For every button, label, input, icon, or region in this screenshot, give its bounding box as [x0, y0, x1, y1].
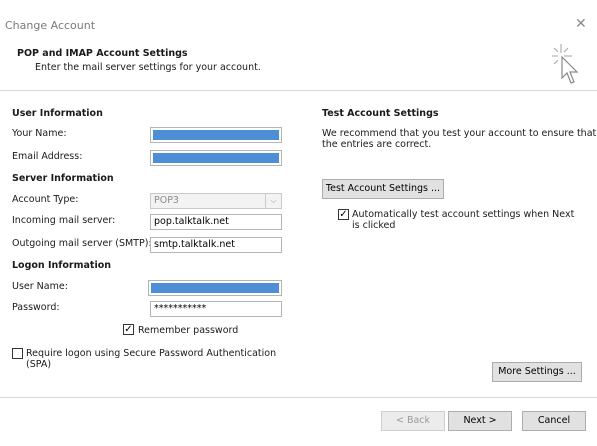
password-label: Password:: [12, 302, 60, 313]
logon-info-section-label: Logon Information: [12, 260, 112, 271]
auto-test-label: Automatically test account settings when…: [352, 209, 574, 231]
spa-label-line2: (SPA): [26, 359, 52, 370]
test-description: We recommend that you test your account …: [322, 128, 596, 150]
header-subtitle: Enter the mail server settings for your …: [35, 62, 261, 73]
outgoing-server-input[interactable]: smtp.talktalk.net: [150, 237, 282, 253]
back-button[interactable]: < Back: [381, 411, 445, 431]
checkmark-icon: ✓: [124, 323, 133, 335]
test-account-settings-button[interactable]: Test Account Settings ...: [322, 179, 444, 199]
incoming-server-input[interactable]: pop.talktalk.net: [150, 214, 282, 230]
spa-label: Require logon using Secure Password Auth…: [26, 348, 276, 370]
outgoing-server-label: Outgoing mail server (SMTP):: [12, 238, 152, 249]
user-name-label: User Name:: [12, 281, 68, 292]
checkmark-icon: ✓: [339, 208, 348, 220]
password-input[interactable]: ***********: [150, 301, 282, 317]
header-separator: [0, 90, 597, 91]
header-title: POP and IMAP Account Settings: [17, 48, 188, 59]
window-title: Change Account: [5, 19, 96, 32]
close-icon[interactable]: ✕: [575, 16, 587, 32]
email-address-label: Email Address:: [12, 151, 83, 162]
user-info-section-label: User Information: [12, 108, 103, 119]
email-address-field[interactable]: [150, 150, 282, 166]
cursor-click-icon: [548, 40, 584, 91]
auto-test-checkbox[interactable]: ✓: [338, 209, 349, 220]
your-name-field[interactable]: [150, 127, 282, 143]
more-settings-button[interactable]: More Settings ...: [492, 362, 582, 382]
chevron-down-icon: ⌵: [265, 194, 281, 208]
server-info-section-label: Server Information: [12, 173, 114, 184]
auto-test-label-line1: Automatically test account settings when…: [352, 209, 575, 220]
remember-password-label: Remember password: [138, 325, 239, 336]
cancel-button[interactable]: Cancel: [522, 411, 586, 431]
redaction-block: [153, 153, 279, 163]
account-type-value: POP3: [154, 195, 179, 206]
next-button[interactable]: Next >: [448, 411, 512, 431]
remember-password-checkbox[interactable]: ✓: [123, 324, 134, 335]
spa-checkbox[interactable]: [12, 348, 23, 359]
your-name-label: Your Name:: [12, 128, 67, 139]
footer-separator: [0, 397, 597, 398]
user-name-field[interactable]: [148, 280, 282, 296]
account-type-select: POP3 ⌵: [150, 193, 282, 209]
test-settings-section-label: Test Account Settings: [322, 108, 439, 119]
redaction-block: [153, 130, 279, 140]
redaction-block: [151, 283, 279, 293]
spa-label-line1: Require logon using Secure Password Auth…: [26, 348, 277, 359]
account-type-label: Account Type:: [12, 194, 79, 205]
auto-test-label-line2: is clicked: [352, 220, 396, 231]
incoming-server-label: Incoming mail server:: [12, 215, 116, 226]
test-description-line2: the entries are correct.: [322, 139, 432, 150]
test-description-line1: We recommend that you test your account …: [322, 128, 597, 139]
